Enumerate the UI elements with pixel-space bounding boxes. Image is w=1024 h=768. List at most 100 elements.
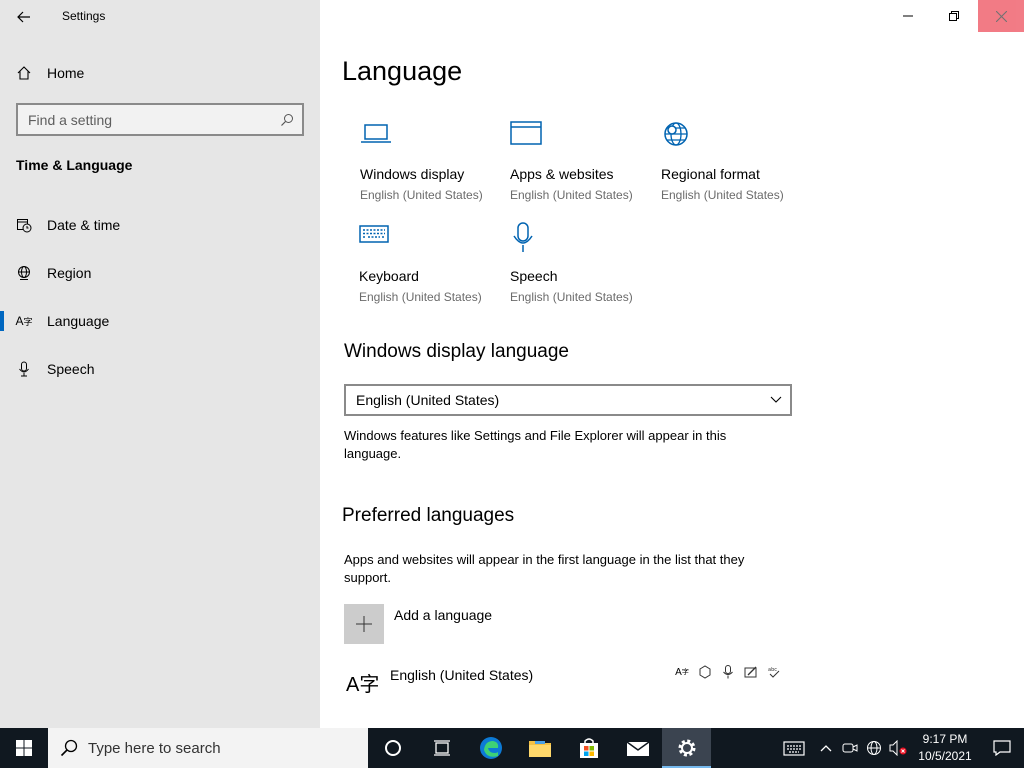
language-features: A字 abc <box>674 664 782 680</box>
tile-label: Windows display <box>360 166 465 182</box>
meet-now-button[interactable] <box>838 728 862 768</box>
window-title: Settings <box>62 9 106 23</box>
spell-check-feature-icon: abc <box>766 664 782 680</box>
add-language-button[interactable]: Add a language <box>344 604 492 644</box>
sidebar-item-label: Speech <box>47 361 95 377</box>
camera-icon <box>842 743 858 753</box>
edge-icon <box>479 737 502 759</box>
system-tray: 9:17 PM 10/5/2021 <box>774 728 1024 768</box>
edge-taskbar-button[interactable] <box>466 728 515 768</box>
task-view-button[interactable] <box>417 728 466 768</box>
tile-sublabel: English (United States) <box>510 188 633 202</box>
tile-sublabel: English (United States) <box>359 290 482 304</box>
back-button[interactable] <box>8 2 40 32</box>
taskbar: 9:17 PM 10/5/2021 <box>0 728 1024 768</box>
browser-window-icon <box>510 120 660 160</box>
language-list-item[interactable]: A字 English (United States) A字 abc <box>344 664 784 704</box>
windows-logo-icon <box>16 740 32 756</box>
language-glyph-icon: A字 <box>346 674 380 696</box>
mail-taskbar-button[interactable] <box>613 728 662 768</box>
speaker-muted-icon <box>889 740 907 756</box>
speech-recognition-feature-icon <box>720 664 736 680</box>
globe-gear-icon <box>661 120 811 160</box>
preferred-languages-heading: Preferred languages <box>342 505 515 526</box>
find-setting-search[interactable] <box>16 103 304 136</box>
tile-label: Keyboard <box>359 268 419 284</box>
tile-label: Speech <box>510 268 558 284</box>
close-button[interactable] <box>978 0 1024 32</box>
calendar-clock-icon <box>16 217 32 233</box>
volume-button[interactable] <box>886 728 910 768</box>
main-content: Language Windows display English (United… <box>320 0 1024 728</box>
settings-taskbar-button[interactable] <box>662 728 711 768</box>
task-view-icon <box>433 740 450 756</box>
text-to-speech-feature-icon <box>697 664 713 680</box>
preferred-languages-description: Apps and websites will appear in the fir… <box>344 552 745 585</box>
display-language-feature-icon: A字 <box>675 666 689 678</box>
tile-speech[interactable]: Speech English (United States) <box>510 222 660 304</box>
touch-keyboard-button[interactable] <box>774 728 814 768</box>
home-label: Home <box>47 65 85 81</box>
show-hidden-icons-button[interactable] <box>814 728 838 768</box>
folder-icon <box>528 741 551 757</box>
close-icon <box>995 10 1007 22</box>
add-language-label: Add a language <box>394 607 493 623</box>
keyboard-icon <box>359 222 509 262</box>
notification-icon <box>993 740 1011 756</box>
clock-date: 10/5/2021 <box>918 749 972 763</box>
store-taskbar-button[interactable] <box>564 728 613 768</box>
tile-keyboard[interactable]: Keyboard English (United States) <box>359 222 509 304</box>
sidebar-item-date-time[interactable]: Date & time <box>0 205 320 245</box>
display-language-description: Windows features like Settings and File … <box>344 428 727 461</box>
search-icon <box>281 113 293 126</box>
plus-icon <box>344 604 384 644</box>
page-title: Language <box>342 56 463 86</box>
svg-text:abc: abc <box>768 667 777 673</box>
start-button[interactable] <box>0 728 48 768</box>
sidebar-item-region[interactable]: Region <box>0 253 320 293</box>
file-explorer-taskbar-button[interactable] <box>515 728 564 768</box>
gear-icon <box>678 739 695 757</box>
minimize-icon <box>903 15 913 17</box>
microphone-icon <box>16 361 32 377</box>
handwriting-feature-icon <box>743 664 759 680</box>
tile-sublabel: English (United States) <box>661 188 784 202</box>
tile-apps-websites[interactable]: Apps & websites English (United States) <box>510 120 660 202</box>
tile-label: Regional format <box>661 166 760 182</box>
mail-icon <box>626 741 649 756</box>
search-input[interactable] <box>28 111 280 128</box>
clock-time: 9:17 PM <box>922 732 968 746</box>
home-link[interactable]: Home <box>16 62 84 84</box>
tile-sublabel: English (United States) <box>360 188 483 202</box>
tile-label: Apps & websites <box>510 166 614 182</box>
cortana-button[interactable] <box>368 728 417 768</box>
tile-windows-display[interactable]: Windows display English (United States) <box>360 120 510 202</box>
laptop-icon <box>360 120 510 160</box>
tile-regional-format[interactable]: Regional format English (United States) <box>661 120 811 202</box>
minimize-button[interactable] <box>885 0 931 32</box>
globe-icon <box>867 741 881 755</box>
display-language-heading: Windows display language <box>344 341 569 362</box>
keyboard-icon <box>783 741 805 756</box>
globe-icon <box>16 265 32 281</box>
search-icon <box>60 739 78 757</box>
sidebar-item-label: Language <box>47 313 110 329</box>
chevron-down-icon <box>770 396 782 403</box>
chevron-up-icon <box>820 745 832 752</box>
language-name: English (United States) <box>390 667 534 683</box>
display-language-dropdown[interactable]: English (United States) <box>344 384 792 416</box>
store-bag-icon <box>579 738 598 758</box>
taskbar-search-input[interactable] <box>88 739 338 757</box>
taskbar-search[interactable] <box>48 728 368 768</box>
sidebar-item-language[interactable]: A字 Language <box>0 301 320 341</box>
sidebar-item-speech[interactable]: Speech <box>0 349 320 389</box>
clock[interactable]: 9:17 PM 10/5/2021 <box>910 731 980 765</box>
sidebar-item-label: Region <box>47 265 92 281</box>
cortana-circle-icon <box>384 740 401 756</box>
restore-button[interactable] <box>931 0 977 32</box>
tile-sublabel: English (United States) <box>510 290 633 304</box>
language-icon: A字 <box>15 314 33 328</box>
action-center-button[interactable] <box>980 728 1024 768</box>
sidebar: Settings Home Time & Language Date & tim… <box>0 0 320 728</box>
network-button[interactable] <box>862 728 886 768</box>
